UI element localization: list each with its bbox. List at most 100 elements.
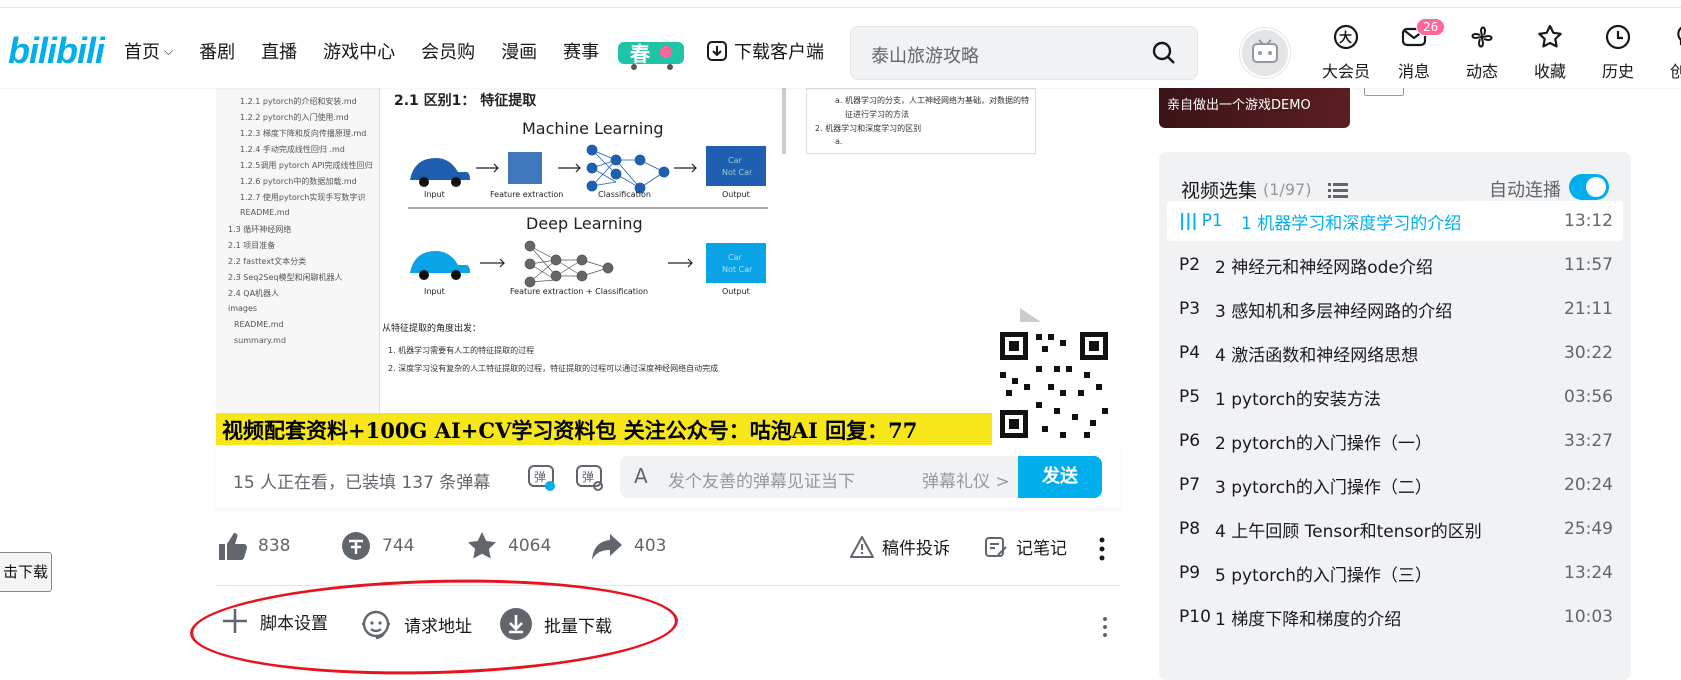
nav-anime[interactable]: 番剧 [199,38,235,64]
history-entry[interactable]: 历史 [1584,22,1652,82]
svg-text:Output: Output [722,190,750,199]
tree-item: README.md [234,320,284,329]
tree-item: 1.2.1 pytorch的介绍和安装.md [240,97,357,106]
share-button[interactable]: 403 [590,530,666,562]
doc-file-tree: 1.2.1 pytorch的介绍和安装.md 1.2.2 pytorch的入门使… [216,88,380,442]
message-badge: 26 [1416,18,1446,36]
send-danmaku-button[interactable]: 发送 [1018,456,1102,498]
search-input[interactable]: 泰山旅游攻略 [871,42,979,68]
coin-button[interactable]: 744 [340,530,414,562]
dynamic-entry[interactable]: 动态 [1448,22,1516,82]
tree-item: 1.2.4 手动完成线性回归 .md [240,145,345,154]
section-divider [216,585,1120,586]
like-button[interactable]: 838 [216,530,290,562]
user-avatar[interactable] [1240,28,1290,78]
tree-item: 1.2.6 pytorch中的数据加载.md [240,177,357,186]
tree-item: images [228,304,258,313]
notes-button[interactable]: 记笔记 [984,534,1067,559]
tree-item: 2.2 fasttext文本分类 [228,257,307,266]
nav-game-center[interactable]: 游戏中心 [323,38,395,64]
dynamic-icon [1471,26,1493,48]
nav-live[interactable]: 直播 [261,38,297,64]
person-icon [508,152,542,184]
danmaku-settings-icon[interactable]: 弹 [574,462,604,492]
list-icon[interactable] [1327,180,1349,200]
video-playlist: 视频选集 (1/97) 自动连播 ||| P1 1 机器学习和深度学习的介绍 13… [1159,152,1631,680]
episode-item[interactable]: P8 4 上午回顾 Tensor和tensor的区别 25:49 [1167,509,1623,549]
bilibili-logo[interactable]: bilibili [8,30,105,72]
tree-item: 1.2.3 梯度下降和反向传播原理.md [240,129,367,138]
download-client-link[interactable]: 下载客户端 [706,38,824,64]
report-button[interactable]: 稿件投诉 [850,534,950,559]
episode-item[interactable]: P3 3 感知机和多层神经网路的介绍 21:11 [1167,289,1623,329]
danmaku-bar: 15 人正在看，已装填 137 条弹幕 弹 弹 A 发个友善的弹幕见证当下 弹幕… [216,448,1120,508]
download-icon [707,41,727,61]
side-download-button[interactable]: 击下载 [0,552,52,592]
share-icon [592,534,622,560]
dl-title: Deep Learning [526,214,643,233]
top-border [0,0,1681,8]
support-agent-icon [362,610,390,640]
video-player[interactable]: 1.2.1 pytorch的介绍和安装.md 1.2.2 pytorch的入门使… [216,88,1120,442]
nav-manga[interactable]: 漫画 [501,38,537,64]
autoplay-toggle[interactable] [1569,174,1609,200]
download-circle-icon [500,608,532,640]
batch-download-button[interactable]: 批量下载 [498,606,612,642]
clock-icon [1605,24,1631,50]
video-subtitle: 视频配套资料+100G AI+CV学习资料包 关注公众号：咕泡AI 回复：77 [222,418,918,443]
playing-indicator-icon: ||| [1179,211,1198,231]
feature-extraction-label: Feature extraction [490,190,563,199]
classification-label: Classification [598,190,651,199]
episode-item[interactable]: P5 1 pytorch的安装方法 03:56 [1167,377,1623,417]
doc-main-content: 2.1 区别1： 特征提取 Machine Learning Input Fea… [380,88,1040,442]
search-icon[interactable] [1151,40,1177,66]
nav-mall[interactable]: 会员购 [421,38,475,64]
nav-home[interactable]: 首页 ⌵ [124,38,173,64]
input-label: Input [424,190,445,199]
episode-item[interactable]: P10 1 梯度下降和梯度的介绍 10:03 [1167,597,1623,637]
episode-item[interactable]: P6 2 pytorch的入门操作（一） 33:27 [1167,421,1623,461]
favorites-entry[interactable]: 收藏 [1516,22,1584,82]
nav-esports[interactable]: 赛事 [563,38,599,64]
output-box [706,243,766,283]
vip-icon: 大 [1333,24,1359,50]
script-settings-button[interactable]: 脚本设置 [220,606,328,636]
request-url-button[interactable]: 请求地址 [358,606,472,642]
section-title: 2.1 区别1： 特征提取 [394,92,537,109]
doc-scrollbar[interactable] [782,88,786,154]
site-header: bilibili 首页 ⌵ 番剧 直播 游戏中心 会员购 漫画 赛事 春 下载客户… [0,8,1681,88]
svg-text:弹: 弹 [582,470,594,484]
svg-text:弹: 弹 [534,470,546,484]
create-entry[interactable]: 创作 [1652,22,1681,82]
vip-entry[interactable]: 大 大会员 [1312,22,1380,82]
favorite-button[interactable]: 4064 [466,530,551,562]
tree-item: 1.2.5调用 pytorch API完成线性回归 [240,161,373,170]
tree-item: 2.1 项目准备 [228,241,276,250]
search-box[interactable]: 泰山旅游攻略 [850,26,1198,80]
episode-item[interactable]: P2 2 神经元和神经网路ode介绍 11:57 [1167,245,1623,285]
star-icon [1538,24,1562,48]
danmaku-toggle-icon[interactable]: 弹 [526,462,556,492]
thumbs-up-icon [219,533,247,560]
more-icon[interactable] [1098,536,1106,562]
episode-item[interactable]: ||| P1 1 机器学习和深度学习的介绍 13:12 [1167,201,1623,241]
danmaku-etiquette-link[interactable]: 弹幕礼仪 > [922,467,1010,492]
svg-text:从特征提取的角度出发：: 从特征提取的角度出发： [382,322,481,334]
header-icon-bar: 大 大会员 26 消息 动态 收藏 历史 创作 [1312,18,1681,82]
star-icon [468,532,496,559]
episode-item[interactable]: P7 3 pytorch的入门操作（二） 20:24 [1167,465,1623,505]
car-icon [410,251,470,273]
episode-item[interactable]: P4 4 激活函数和神经网络思想 30:22 [1167,333,1623,373]
spring-festival-banner[interactable]: 春 [616,34,686,70]
viewer-count: 15 人正在看，已装填 137 条弹幕 [233,473,491,493]
more-icon[interactable] [1102,616,1108,638]
tree-item: 1.3 循环神经网络 [228,225,292,234]
svg-text:Output: Output [722,287,750,296]
spring-badge-text: 春 [629,42,651,66]
recommended-video-thumbnail[interactable]: 亲自做出一个游戏DEMO [1159,88,1350,128]
message-entry[interactable]: 26 消息 [1380,18,1448,82]
episode-item[interactable]: P9 5 pytorch的入门操作（三） 13:24 [1167,553,1623,593]
tree-item: 2.3 Seq2Seq模型和闲聊机器人 [228,273,343,282]
text-style-icon[interactable]: A [634,464,648,488]
svg-text:大: 大 [1339,30,1352,46]
